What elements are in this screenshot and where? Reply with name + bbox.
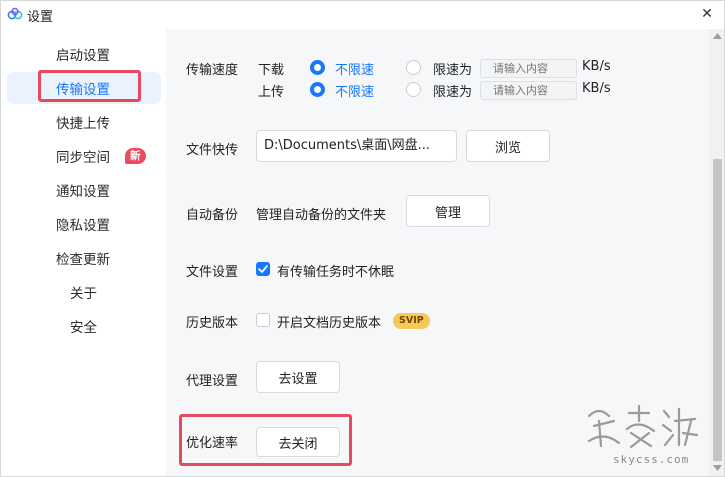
upload-unlimited-radio[interactable]: [310, 82, 325, 97]
upload-limit-input[interactable]: [480, 81, 577, 100]
sidebar-item-privacy[interactable]: 隐私设置: [7, 208, 161, 240]
settings-window: 设置 ✕ 启动设置 传输设置 快捷上传 同步空间 新 通知设置 隐私设置 检查更…: [0, 0, 725, 477]
sidebar-item-label: 同步空间: [56, 150, 110, 166]
app-logo-icon: [7, 7, 23, 20]
sidebar-item-label: 快捷上传: [56, 116, 110, 132]
sidebar-item-label: 通知设置: [56, 184, 110, 200]
sidebar-item-sync-space[interactable]: 同步空间 新: [7, 140, 161, 172]
browse-button[interactable]: 浏览: [466, 130, 550, 162]
transfer-settings-panel: 传输速度 下载 不限速 限速为 KB/s 上传 不限速 限速为 KB/s 文件快…: [166, 29, 709, 476]
sidebar-item-label: 检查更新: [56, 252, 110, 268]
sidebar-item-label: 传输设置: [56, 82, 110, 98]
history-version-checkbox-label[interactable]: 开启文档历史版本: [277, 312, 381, 331]
upload-unit: KB/s: [582, 81, 611, 96]
upload-limit-label[interactable]: 限速为: [433, 81, 472, 100]
proxy-settings-label: 代理设置: [186, 374, 239, 389]
new-badge: 新: [125, 148, 146, 164]
sidebar-item-label: 隐私设置: [56, 218, 110, 234]
scroll-up-arrow-icon[interactable]: [712, 33, 723, 42]
auto-backup-label: 自动备份: [186, 208, 239, 223]
sidebar-item-label: 启动设置: [56, 48, 110, 64]
scroll-down-arrow-icon[interactable]: [712, 465, 723, 474]
watermark-url: skycss.com: [613, 453, 690, 466]
close-icon: ✕: [701, 6, 713, 22]
proxy-settings-button[interactable]: 去设置: [256, 361, 340, 393]
download-limit-radio[interactable]: [406, 60, 421, 75]
auto-backup-description: 管理自动备份的文件夹: [256, 208, 387, 223]
svip-badge: SVIP: [393, 313, 430, 329]
download-unlimited-label[interactable]: 不限速: [335, 59, 374, 78]
sidebar-item-notifications[interactable]: 通知设置: [7, 174, 161, 206]
file-settings-label: 文件设置: [186, 265, 239, 280]
no-sleep-checkbox[interactable]: [256, 262, 270, 276]
title-bar[interactable]: 设置 ✕: [1, 1, 724, 29]
download-limit-label[interactable]: 限速为: [433, 59, 472, 78]
manage-backup-button[interactable]: 管理: [406, 195, 490, 227]
sidebar-item-label: 安全: [70, 320, 97, 336]
sidebar-item-transfer[interactable]: 传输设置: [7, 72, 161, 104]
optimize-rate-label: 优化速率: [186, 436, 239, 451]
sidebar-item-about[interactable]: 关于: [7, 276, 161, 308]
optimize-rate-off-button[interactable]: 去关闭: [256, 427, 340, 457]
sidebar-item-quick-upload[interactable]: 快捷上传: [7, 106, 161, 138]
download-limit-input[interactable]: [480, 59, 577, 78]
no-sleep-checkbox-label[interactable]: 有传输任务时不休眠: [277, 261, 394, 280]
transfer-speed-label: 传输速度: [186, 63, 239, 78]
close-button[interactable]: ✕: [694, 3, 720, 25]
file-quick-path-field[interactable]: D:\Documents\桌面\网盘...: [256, 130, 457, 162]
download-unit: KB/s: [582, 59, 611, 74]
download-unlimited-radio[interactable]: [310, 60, 325, 75]
upload-limit-radio[interactable]: [406, 82, 421, 97]
upload-unlimited-label[interactable]: 不限速: [335, 81, 374, 100]
content-scrollbar[interactable]: [709, 29, 724, 476]
scroll-thumb[interactable]: [713, 159, 722, 461]
sidebar-item-label: 关于: [70, 286, 97, 302]
upload-label: 上传: [258, 85, 285, 100]
sidebar-item-check-update[interactable]: 检查更新: [7, 242, 161, 274]
history-version-checkbox[interactable]: [256, 313, 270, 327]
settings-sidebar: 启动设置 传输设置 快捷上传 同步空间 新 通知设置 隐私设置 检查更新 关于 …: [1, 29, 166, 476]
file-quick-label: 文件快传: [186, 143, 239, 158]
download-label: 下载: [258, 63, 285, 78]
sidebar-item-startup[interactable]: 启动设置: [7, 38, 161, 70]
sidebar-item-security[interactable]: 安全: [7, 310, 161, 342]
history-version-label: 历史版本: [186, 316, 239, 331]
window-title: 设置: [27, 10, 54, 25]
checkmark-icon: [258, 265, 268, 273]
